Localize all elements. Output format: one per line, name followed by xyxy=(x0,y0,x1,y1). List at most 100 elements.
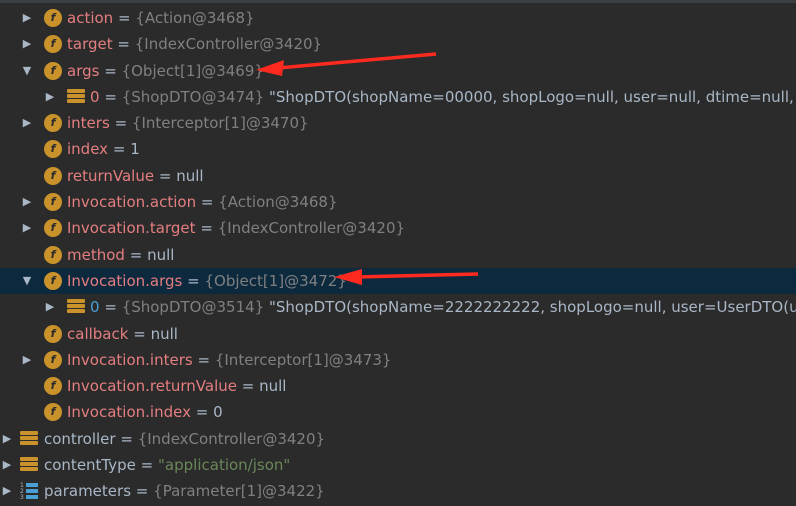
variable-value: null xyxy=(176,166,204,185)
expand-arrow-icon[interactable]: ▶ xyxy=(43,294,57,320)
field-icon: f xyxy=(44,140,62,159)
variable-name: args xyxy=(67,61,100,80)
variable-value: null xyxy=(259,377,287,396)
variable-value: 1 xyxy=(130,140,140,159)
equals-sign: = xyxy=(197,350,211,369)
variable-row-index[interactable]: f index = 1 xyxy=(0,136,796,162)
variable-value: null xyxy=(147,245,175,264)
variable-name: 0 xyxy=(90,298,100,317)
field-icon: f xyxy=(44,61,62,80)
field-icon: f xyxy=(44,219,62,238)
variable-row-invocation-inters[interactable]: ▶ f Invocation.inters = {Interceptor[1]@… xyxy=(0,347,796,373)
equals-sign: = xyxy=(114,114,128,133)
equals-sign: = xyxy=(120,429,133,448)
variable-row-invocation-args-0[interactable]: ▶ 0 = {ShopDTO@3514} "ShopDTO(shopName=2… xyxy=(0,294,796,320)
equals-sign: = xyxy=(140,456,154,475)
expand-arrow-icon[interactable]: ▶ xyxy=(20,347,34,373)
variable-name: contentType xyxy=(44,456,136,475)
variable-value: null xyxy=(150,324,178,343)
variable-reference: {Action@3468} xyxy=(218,193,338,212)
expand-arrow-icon[interactable]: ▶ xyxy=(43,84,57,110)
expand-arrow-icon[interactable]: ▶ xyxy=(20,31,34,57)
field-icon: f xyxy=(44,350,62,369)
variable-row-returnvalue[interactable]: f returnValue = null xyxy=(0,163,796,189)
variable-value: "ShopDTO(shopName=2222222222, shopLogo=n… xyxy=(268,298,796,317)
variable-name: target xyxy=(67,35,113,54)
field-icon: f xyxy=(44,245,62,264)
equals-sign: = xyxy=(112,140,126,159)
variable-reference: {IndexController@3420} xyxy=(134,35,323,54)
variable-row-invocation-args[interactable]: ▼ f Invocation.args = {Object[1]@3472} xyxy=(0,267,796,295)
equals-sign: = xyxy=(195,403,209,422)
expand-arrow-icon[interactable]: ▶ xyxy=(0,478,14,504)
variable-name: Invocation.action xyxy=(67,193,197,212)
equals-sign: = xyxy=(133,324,146,343)
variable-row-invocation-index[interactable]: f Invocation.index = 0 xyxy=(0,399,796,425)
variable-row-action[interactable]: ▶ f action = {Action@3468} xyxy=(0,5,796,31)
variable-row-args-0[interactable]: ▶ 0 = {ShopDTO@3474} "ShopDTO(shopName=0… xyxy=(0,84,796,110)
field-icon: f xyxy=(44,403,62,422)
variable-reference: {Interceptor[1]@3470} xyxy=(131,114,309,133)
variable-reference: {Action@3468} xyxy=(135,9,255,27)
variable-row-invocation-returnvalue[interactable]: f Invocation.returnValue = null xyxy=(0,373,796,399)
equals-sign: = xyxy=(117,35,130,54)
local-variable-icon xyxy=(20,457,38,475)
variable-reference: {Interceptor[1]@3473} xyxy=(214,350,392,369)
equals-sign: = xyxy=(158,166,172,185)
variable-name: Invocation.inters xyxy=(67,350,193,369)
variable-value: 0 xyxy=(213,403,223,422)
expand-arrow-icon[interactable]: ▶ xyxy=(20,5,34,31)
field-icon: f xyxy=(44,166,62,185)
variable-reference: {ShopDTO@3474} xyxy=(121,87,265,106)
variable-row-target[interactable]: ▶ f target = {IndexController@3420} xyxy=(0,31,796,57)
variable-reference: {Parameter[1]@3422} xyxy=(153,482,325,501)
equals-sign: = xyxy=(129,245,143,264)
equals-sign: = xyxy=(117,9,131,27)
field-icon: f xyxy=(44,271,62,290)
expand-arrow-icon[interactable]: ▶ xyxy=(20,189,34,215)
expand-arrow-icon[interactable]: ▶ xyxy=(20,215,34,241)
field-icon: f xyxy=(44,114,62,133)
top-border xyxy=(0,0,796,3)
variable-name: method xyxy=(67,245,125,264)
collapse-arrow-icon[interactable]: ▼ xyxy=(20,268,34,294)
field-icon: f xyxy=(44,9,62,27)
variable-reference: {Object[1]@3472} xyxy=(204,271,347,290)
expand-arrow-icon[interactable]: ▶ xyxy=(0,452,14,478)
variable-name: inters xyxy=(67,114,110,133)
field-icon: f xyxy=(44,193,62,212)
variable-reference: {IndexController@3420} xyxy=(137,429,326,448)
variable-name: 0 xyxy=(90,87,100,106)
variable-string-value: "application/json" xyxy=(158,456,291,475)
equals-sign: = xyxy=(104,87,117,106)
expand-arrow-icon[interactable]: ▶ xyxy=(0,426,14,452)
equals-sign: = xyxy=(200,193,214,212)
field-icon: f xyxy=(44,324,62,343)
variable-reference: {ShopDTO@3514} xyxy=(121,298,265,317)
variable-row-invocation-target[interactable]: ▶ f Invocation.target = {IndexController… xyxy=(0,215,796,241)
array-element-icon xyxy=(67,88,85,107)
variable-row-invocation-action[interactable]: ▶ f Invocation.action = {Action@3468} xyxy=(0,189,796,215)
variable-name: returnValue xyxy=(67,166,155,185)
local-variable-icon xyxy=(20,430,38,449)
variable-row-contenttype[interactable]: ▶ contentType = "application/json" xyxy=(0,452,796,478)
variable-name: callback xyxy=(67,324,129,343)
variable-row-method[interactable]: f method = null xyxy=(0,242,796,268)
equals-sign: = xyxy=(187,271,200,290)
variable-row-args[interactable]: ▼ f args = {Object[1]@3469} xyxy=(0,58,796,84)
expand-arrow-icon[interactable]: ▶ xyxy=(20,110,34,136)
variables-tree[interactable]: ▶ f action = {Action@3468} ▶ f target = … xyxy=(0,5,796,505)
field-icon: f xyxy=(44,377,62,396)
variable-name: index xyxy=(67,140,109,159)
variable-row-inters[interactable]: ▶ f inters = {Interceptor[1]@3470} xyxy=(0,110,796,136)
variable-row-parameters[interactable]: ▶ 1 2 3 parameters = {Parameter[1]@3422} xyxy=(0,478,796,504)
variable-reference: {IndexController@3420} xyxy=(217,219,406,238)
equals-sign: = xyxy=(200,219,213,238)
collapse-arrow-icon[interactable]: ▼ xyxy=(20,58,34,84)
variable-row-controller[interactable]: ▶ controller = {IndexController@3420} xyxy=(0,426,796,452)
variable-row-callback[interactable]: f callback = null xyxy=(0,321,796,347)
variable-value: "ShopDTO(shopName=00000, shopLogo=null, … xyxy=(268,87,796,106)
equals-sign: = xyxy=(104,61,117,80)
equals-sign: = xyxy=(135,482,149,501)
variable-name: Invocation.target xyxy=(67,219,196,238)
